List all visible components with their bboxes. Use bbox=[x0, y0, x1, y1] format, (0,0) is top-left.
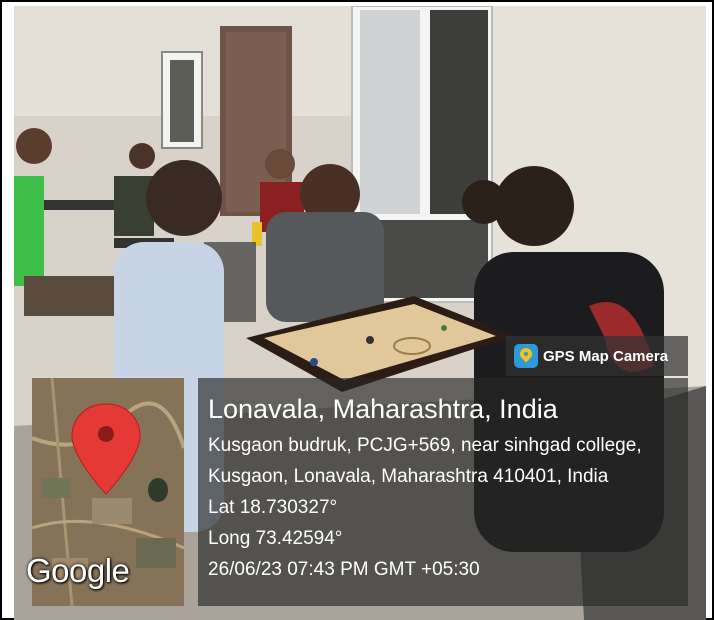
address-line-2: Kusgaon, Lonavala, Maharashtra 410401, I… bbox=[208, 466, 609, 487]
datetime: 26/06/23 07:43 PM GMT +05:30 bbox=[208, 559, 480, 580]
longitude: Long 73.42594° bbox=[208, 528, 343, 549]
location-info-panel: Lonavala, Maharashtra, India Kusgaon bud… bbox=[198, 378, 688, 606]
app-name-label: GPS Map Camera bbox=[543, 347, 669, 365]
map-pin-icon bbox=[514, 344, 538, 368]
google-logo: Google bbox=[26, 552, 130, 589]
address-line-1: Kusgaon budruk, PCJG+569, near sinhgad c… bbox=[208, 435, 642, 456]
latitude: Lat 18.730327° bbox=[208, 497, 338, 518]
photo-frame: GPS Map Camera Google Lonavala, Maharash… bbox=[0, 0, 714, 620]
location-title: Lonavala, Maharashtra, India bbox=[208, 394, 558, 424]
gps-map-camera-badge: GPS Map Camera bbox=[506, 336, 688, 376]
